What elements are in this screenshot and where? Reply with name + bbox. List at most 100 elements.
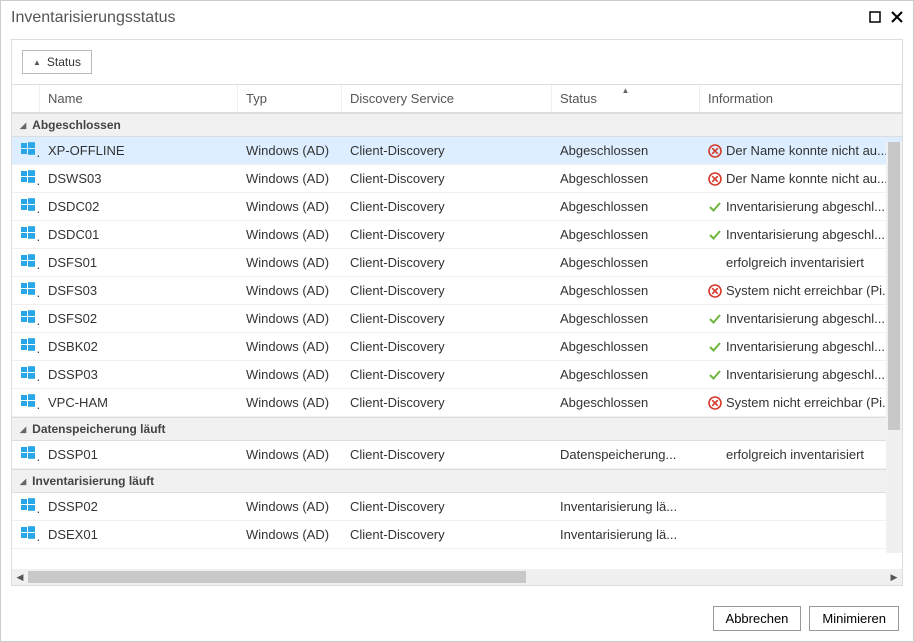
cell-info: erfolgreich inventarisiert	[700, 443, 902, 466]
cell-name: DSWS03	[40, 167, 238, 190]
group-by-chip[interactable]: ▲ Status	[22, 50, 92, 74]
cell-discovery: Client-Discovery	[342, 391, 552, 414]
cell-info-text: Der Name konnte nicht au...	[726, 143, 888, 158]
window-controls	[869, 11, 903, 26]
scroll-left-icon[interactable]: ◀	[12, 569, 28, 585]
table-row[interactable]: DSEX01Windows (AD)Client-DiscoveryInvent…	[12, 521, 902, 549]
cell-icon	[12, 165, 40, 192]
vertical-scrollbar-thumb[interactable]	[888, 142, 900, 430]
cell-status: Inventarisierung lä...	[552, 495, 700, 518]
cell-icon	[12, 305, 40, 332]
check-icon	[708, 200, 722, 214]
column-header-info[interactable]: Information	[700, 85, 902, 112]
cell-icon	[12, 277, 40, 304]
cell-info-text: System nicht erreichbar (Pi...	[726, 395, 893, 410]
column-header-icon[interactable]	[12, 85, 40, 112]
cell-status: Abgeschlossen	[552, 167, 700, 190]
table-row[interactable]: XP-OFFLINEWindows (AD)Client-DiscoveryAb…	[12, 137, 902, 165]
horizontal-scrollbar-track[interactable]	[28, 569, 886, 585]
column-header-status[interactable]: ▲ Status	[552, 85, 700, 112]
cell-status: Abgeschlossen	[552, 251, 700, 274]
cell-info: Inventarisierung abgeschl...	[700, 363, 902, 386]
windows-icon	[20, 525, 36, 541]
close-icon[interactable]	[891, 11, 903, 26]
cell-info: Inventarisierung abgeschl...	[700, 307, 902, 330]
table-row[interactable]: DSSP03Windows (AD)Client-DiscoveryAbgesc…	[12, 361, 902, 389]
cell-info-text: Inventarisierung abgeschl...	[726, 199, 885, 214]
windows-icon	[20, 225, 36, 241]
maximize-icon[interactable]	[869, 11, 881, 26]
cell-info-text: Inventarisierung abgeschl...	[726, 367, 885, 382]
cell-icon	[12, 249, 40, 276]
cell-typ: Windows (AD)	[238, 195, 342, 218]
cell-info-text: System nicht erreichbar (Pi...	[726, 283, 893, 298]
cell-name: DSDC01	[40, 223, 238, 246]
cell-info: Der Name konnte nicht au...	[700, 167, 902, 190]
table-row[interactable]: DSDC01Windows (AD)Client-DiscoveryAbgesc…	[12, 221, 902, 249]
cell-info	[700, 496, 902, 518]
table-row[interactable]: DSWS03Windows (AD)Client-DiscoveryAbgesc…	[12, 165, 902, 193]
cell-typ: Windows (AD)	[238, 223, 342, 246]
cell-discovery: Client-Discovery	[342, 363, 552, 386]
error-icon	[708, 172, 722, 186]
windows-icon	[20, 365, 36, 381]
cell-name: DSEX01	[40, 523, 238, 546]
error-icon	[708, 396, 722, 410]
table-row[interactable]: DSDC02Windows (AD)Client-DiscoveryAbgesc…	[12, 193, 902, 221]
window: Inventarisierungsstatus ▲ Status Name Ty…	[0, 0, 914, 642]
scroll-right-icon[interactable]: ▶	[886, 569, 902, 585]
cell-discovery: Client-Discovery	[342, 195, 552, 218]
cell-typ: Windows (AD)	[238, 523, 342, 546]
table-row[interactable]: DSSP01Windows (AD)Client-DiscoveryDatens…	[12, 441, 902, 469]
column-header-name[interactable]: Name	[40, 85, 238, 112]
horizontal-scrollbar[interactable]: ◀ ▶	[12, 569, 902, 585]
horizontal-scrollbar-thumb[interactable]	[28, 571, 526, 583]
table-row[interactable]: DSSP02Windows (AD)Client-DiscoveryInvent…	[12, 493, 902, 521]
cell-status: Abgeschlossen	[552, 279, 700, 302]
cell-status: Abgeschlossen	[552, 195, 700, 218]
group-header[interactable]: ◢Abgeschlossen	[12, 113, 902, 137]
cell-icon	[12, 389, 40, 416]
caret-down-icon: ◢	[20, 477, 26, 486]
table-row[interactable]: DSBK02Windows (AD)Client-DiscoveryAbgesc…	[12, 333, 902, 361]
cell-discovery: Client-Discovery	[342, 139, 552, 162]
column-header-typ[interactable]: Typ	[238, 85, 342, 112]
table-row[interactable]: VPC-HAMWindows (AD)Client-DiscoveryAbges…	[12, 389, 902, 417]
table-row[interactable]: DSFS02Windows (AD)Client-DiscoveryAbgesc…	[12, 305, 902, 333]
column-header-discovery[interactable]: Discovery Service	[342, 85, 552, 112]
cell-typ: Windows (AD)	[238, 251, 342, 274]
group-header[interactable]: ◢ Inventarisierung läuft	[12, 469, 902, 493]
cell-status: Inventarisierung lä...	[552, 523, 700, 546]
column-header-status-label: Status	[560, 91, 597, 106]
cell-name: DSSP03	[40, 363, 238, 386]
cell-name: VPC-HAM	[40, 391, 238, 414]
group-header[interactable]: ◢Datenspeicherung läuft	[12, 417, 902, 441]
cell-info-text: Inventarisierung abgeschl...	[726, 311, 885, 326]
cell-info: Inventarisierung abgeschl...	[700, 195, 902, 218]
cell-typ: Windows (AD)	[238, 335, 342, 358]
table-row[interactable]: DSFS03Windows (AD)Client-DiscoveryAbgesc…	[12, 277, 902, 305]
cell-discovery: Client-Discovery	[342, 443, 552, 466]
group-label: Inventarisierung läuft	[32, 474, 154, 488]
caret-down-icon: ◢	[20, 425, 26, 434]
cell-status: Abgeschlossen	[552, 391, 700, 414]
windows-icon	[20, 393, 36, 409]
windows-icon	[20, 337, 36, 353]
caret-down-icon: ◢	[20, 121, 26, 130]
cell-icon	[12, 221, 40, 248]
minimize-button[interactable]: Minimieren	[809, 606, 899, 631]
cell-info-text: Inventarisierung abgeschl...	[726, 227, 885, 242]
cell-icon	[12, 441, 40, 468]
table-body: ◢AbgeschlossenXP-OFFLINEWindows (AD)Clie…	[12, 113, 902, 568]
windows-icon	[20, 445, 36, 461]
cell-status: Abgeschlossen	[552, 307, 700, 330]
cell-name: DSSP02	[40, 495, 238, 518]
cancel-button[interactable]: Abbrechen	[713, 606, 802, 631]
table-row[interactable]: DSFS01Windows (AD)Client-DiscoveryAbgesc…	[12, 249, 902, 277]
cell-info: erfolgreich inventarisiert	[700, 251, 902, 274]
cell-name: XP-OFFLINE	[40, 139, 238, 162]
blank-icon	[708, 500, 722, 514]
vertical-scrollbar[interactable]	[886, 142, 902, 553]
cell-info: Inventarisierung abgeschl...	[700, 223, 902, 246]
windows-icon	[20, 253, 36, 269]
